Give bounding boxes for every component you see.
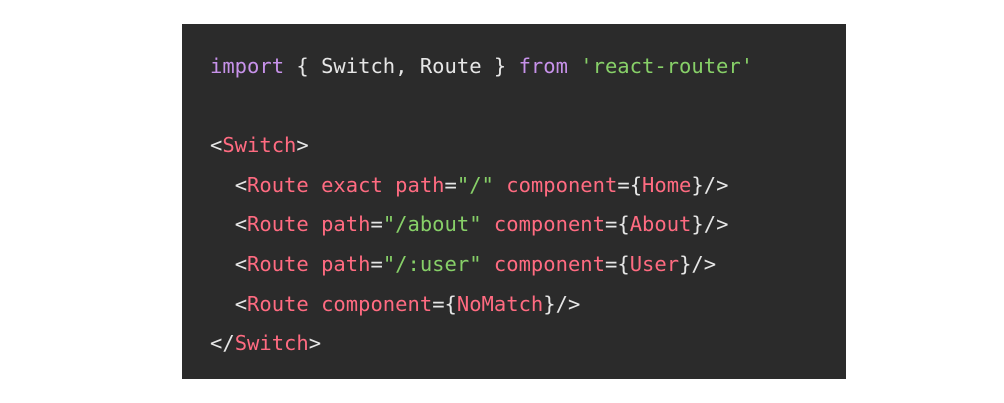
- attr-path: path: [321, 251, 371, 276]
- tag-close-bracket: >: [308, 331, 322, 356]
- path-value: "/about": [382, 212, 482, 237]
- equals-sign: =: [444, 172, 457, 197]
- path-value: "/:user": [382, 251, 482, 276]
- brace-open: {: [617, 212, 630, 237]
- tag-open-bracket: <: [234, 251, 248, 276]
- code-line-6: <Route path="/:user" component={User}/>: [210, 245, 753, 285]
- tag-open-bracket: </: [210, 331, 235, 356]
- code-line-4: <Route exact path="/" component={Home}/>: [210, 166, 753, 206]
- tag-open-bracket: <: [234, 291, 248, 316]
- route-tag-name: Route: [247, 291, 309, 316]
- code-line-5: <Route path="/about" component={About}/>: [210, 205, 753, 245]
- attr-component: component: [506, 172, 618, 197]
- equals-sign: =: [605, 212, 618, 237]
- switch-tag-name: Switch: [234, 331, 309, 356]
- equals-sign: =: [617, 172, 630, 197]
- tag-open-bracket: <: [234, 172, 248, 197]
- equals-sign: =: [370, 212, 383, 237]
- code-line-1: import { Switch, Route } from 'react-rou…: [210, 47, 753, 87]
- equals-sign: =: [605, 251, 618, 276]
- component-name-nomatch: NoMatch: [456, 291, 544, 316]
- self-close: />: [703, 172, 729, 197]
- brace-close: }: [691, 172, 704, 197]
- keyword-from: from: [518, 54, 568, 78]
- keyword-import: import: [210, 54, 285, 78]
- attr-component: component: [321, 291, 433, 316]
- equals-sign: =: [432, 291, 445, 316]
- route-tag-name: Route: [247, 212, 309, 237]
- code-line-3: <Switch>: [210, 126, 753, 166]
- route-tag-name: Route: [247, 172, 309, 197]
- component-name-user: User: [629, 251, 680, 276]
- code-text: import { Switch, Route } from 'react-rou…: [210, 47, 753, 364]
- brace-open: {: [629, 172, 643, 197]
- module-string: 'react-router': [580, 54, 754, 78]
- code-line-2-blank: [210, 87, 753, 127]
- attr-component: component: [493, 251, 605, 276]
- component-name-home: Home: [642, 172, 692, 197]
- page: import { Switch, Route } from 'react-rou…: [0, 0, 1004, 403]
- code-line-8: </Switch>: [210, 324, 753, 364]
- brace-close: }: [543, 291, 556, 316]
- brace-close: }: [691, 212, 704, 237]
- path-value: "/": [456, 172, 494, 197]
- code-block: import { Switch, Route } from 'react-rou…: [182, 24, 846, 379]
- self-close: />: [703, 212, 729, 237]
- self-close: />: [555, 291, 581, 316]
- self-close: />: [691, 251, 717, 276]
- tag-open-bracket: <: [234, 212, 248, 237]
- attr-exact: exact: [321, 172, 383, 197]
- brace-open: {: [617, 251, 630, 276]
- brace-open: {: [444, 291, 457, 316]
- attr-path: path: [395, 172, 445, 197]
- attr-component: component: [493, 212, 605, 237]
- equals-sign: =: [370, 251, 383, 276]
- tag-close-bracket: >: [296, 133, 309, 158]
- brace-close: }: [679, 251, 692, 276]
- route-tag-name: Route: [247, 251, 309, 276]
- attr-path: path: [321, 212, 371, 237]
- code-line-7: <Route component={NoMatch}/>: [210, 285, 753, 325]
- switch-tag-name: Switch: [222, 133, 297, 158]
- import-specifiers: { Switch, Route }: [284, 54, 519, 78]
- tag-open-bracket: <: [210, 133, 223, 158]
- component-name-about: About: [629, 212, 692, 237]
